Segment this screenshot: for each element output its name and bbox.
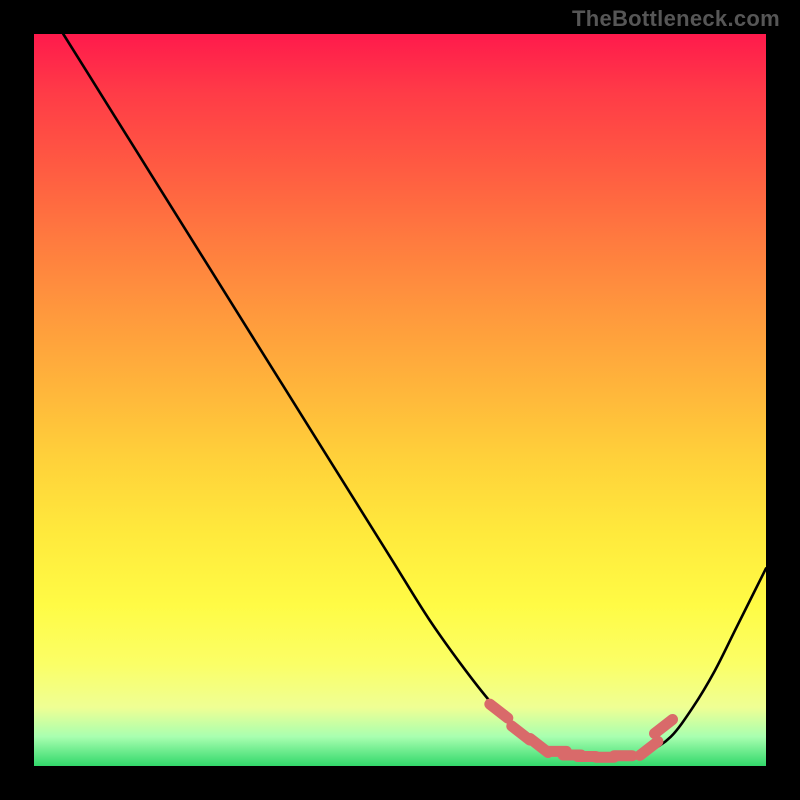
highlight-dot (490, 704, 508, 718)
highlight-dot (655, 719, 673, 733)
main-curve (63, 34, 766, 759)
highlight-dot (640, 741, 658, 755)
chart-frame: TheBottleneck.com (0, 0, 800, 800)
plot-area (34, 34, 766, 766)
attribution-text: TheBottleneck.com (572, 6, 780, 32)
highlight-dots (490, 704, 673, 757)
curve-svg (34, 34, 766, 766)
